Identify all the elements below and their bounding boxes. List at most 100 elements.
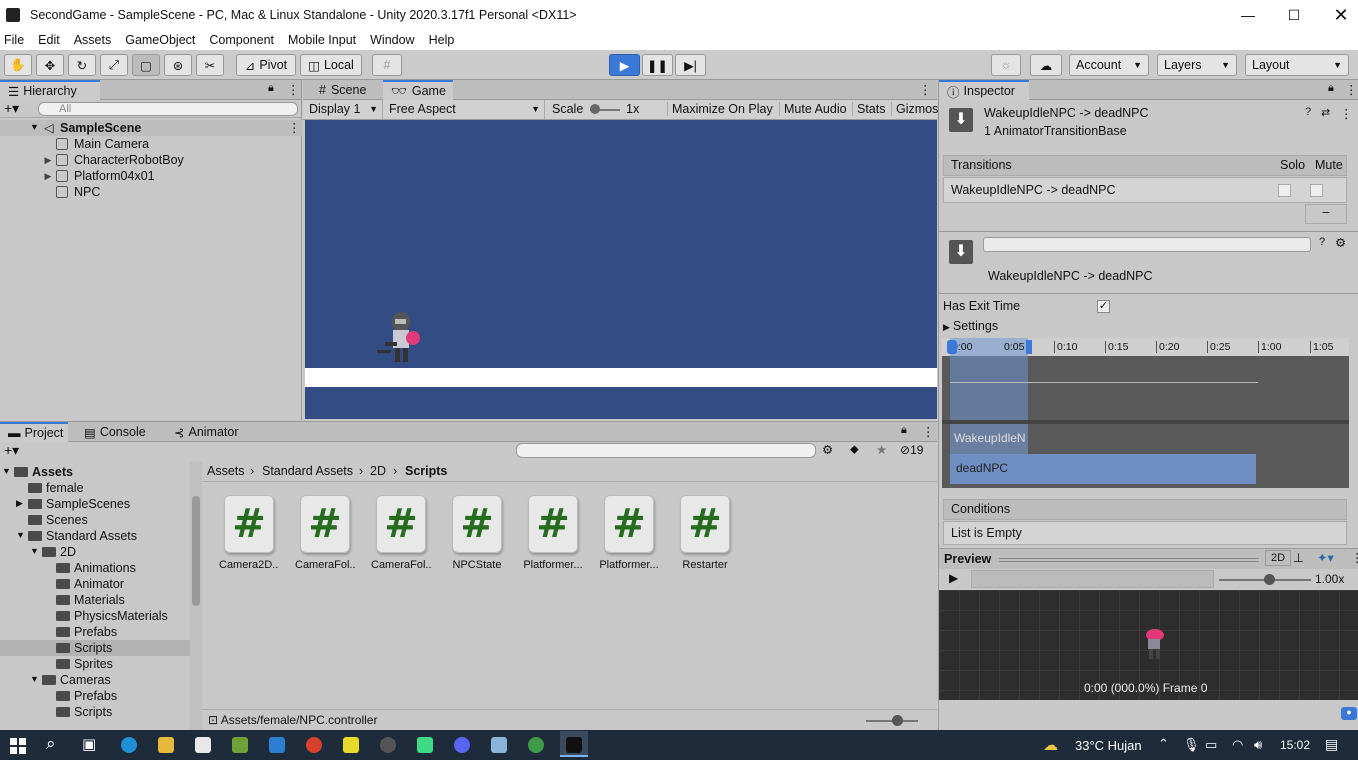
remove-transition-button[interactable]: – [1305, 204, 1347, 224]
script-asset[interactable]: # CameraFol... [371, 495, 431, 571]
scene-menu-icon[interactable]: ⋮ [288, 120, 301, 135]
unity-taskbar-icon[interactable] [566, 737, 582, 753]
label-icon[interactable]: ⬥ [850, 442, 859, 457]
speed-thumb[interactable] [1264, 574, 1275, 585]
favorite-icon[interactable]: ★ [876, 442, 887, 457]
menu-gameobject[interactable]: GameObject [121, 33, 201, 47]
tree-item[interactable]: Prefabs [0, 624, 190, 640]
breadcrumb-2d[interactable]: 2D [370, 464, 386, 478]
hierarchy-item[interactable]: Main Camera [56, 136, 149, 152]
expand-icon[interactable]: ▼ [2, 466, 11, 476]
stats-button[interactable]: Stats [852, 102, 886, 116]
play-button[interactable]: ▶ [609, 54, 640, 76]
maximize-on-play-button[interactable]: Maximize On Play [667, 102, 773, 116]
minimize-button[interactable]: — [1225, 0, 1271, 30]
chevron-up-icon[interactable]: ⌃ [1158, 736, 1169, 752]
preview-viewport[interactable]: 0:00 (000.0%) Frame 0 [939, 590, 1358, 700]
menu-window[interactable]: Window [366, 33, 420, 47]
transition-timeline[interactable]: 0:00 0:05 0:10 0:15 0:20 0:25 1:00 1:05 … [942, 338, 1349, 488]
lock-icon[interactable]: 🔒︎ [1328, 82, 1334, 95]
add-icon[interactable]: +▾ [4, 442, 19, 459]
preset-icon[interactable]: ⇄ [1321, 106, 1330, 119]
tab-game[interactable]: 👓︎ Game [383, 80, 453, 100]
breadcrumb-scripts[interactable]: Scripts [405, 464, 447, 478]
pivot-icon[interactable]: ⊥ [1293, 550, 1304, 565]
end-marker[interactable] [1026, 340, 1032, 354]
scale-slider-thumb[interactable] [590, 104, 600, 114]
grid-snap-icon[interactable]: # [372, 54, 402, 76]
keyboard-icon[interactable] [269, 737, 285, 753]
script-asset[interactable]: # CameraFol... [295, 495, 355, 571]
close-button[interactable]: ✕ [1318, 0, 1358, 30]
has-exit-time-checkbox[interactable]: ✓ [1097, 300, 1110, 313]
sticky-notes-icon[interactable] [343, 737, 359, 753]
search-icon[interactable]: ⌕ [46, 734, 56, 754]
edge-icon[interactable] [121, 737, 137, 753]
pause-button[interactable]: ❚❚ [642, 54, 673, 76]
filter-type-icon[interactable]: ⚙ [822, 442, 833, 457]
battery-icon[interactable]: ▭ [1205, 737, 1217, 753]
notepad-icon[interactable] [491, 737, 507, 753]
weather-text[interactable]: 33°C Hujan [1075, 738, 1142, 753]
more-icon[interactable]: ⋮ [919, 82, 932, 97]
dest-state-track[interactable]: deadNPC [950, 454, 1256, 484]
menu-component[interactable]: Component [205, 33, 280, 47]
script-asset[interactable]: # Platformer... [599, 495, 659, 571]
scene-row[interactable]: ▼ ◁ SampleScene ⋮ [0, 120, 302, 136]
task-view-icon[interactable]: ▣ [82, 735, 96, 753]
add-icon[interactable]: +▾ [4, 100, 19, 117]
tree-item[interactable]: Animator [0, 576, 190, 592]
maximize-button[interactable]: ☐ [1271, 0, 1317, 30]
preview-timeline[interactable] [971, 570, 1214, 588]
tree-item[interactable]: ▼ Cameras [0, 672, 190, 688]
lock-icon[interactable]: 🔒︎ [901, 424, 907, 437]
hierarchy-search-input[interactable]: All [38, 102, 298, 116]
mail-icon[interactable] [195, 737, 211, 753]
solo-checkbox[interactable] [1278, 184, 1291, 197]
android-studio-icon[interactable] [417, 737, 433, 753]
menu-help[interactable]: Help [425, 33, 461, 47]
tree-item[interactable]: ▼ Standard Assets [0, 528, 190, 544]
app2-icon[interactable] [528, 737, 544, 753]
account-dropdown[interactable]: Account ▼ [1069, 54, 1149, 76]
expand-icon[interactable]: ▼ [30, 546, 39, 556]
transition-name-field[interactable] [983, 237, 1311, 252]
project-search-input[interactable] [516, 443, 816, 458]
tree-item[interactable]: female [0, 480, 190, 496]
tree-item[interactable]: ▼ 2D [0, 544, 190, 560]
cloud-icon[interactable]: ☁ [1030, 54, 1062, 76]
rect-tool-icon[interactable]: ▢ [132, 54, 160, 76]
avatar-icon[interactable]: ✦▾ [1317, 550, 1334, 565]
transition-row[interactable]: WakeupIdleNPC -> deadNPC [943, 177, 1347, 203]
tab-project[interactable]: ▬ Project [0, 422, 68, 442]
hierarchy-item[interactable]: ▶ Platform04x01 [42, 168, 155, 184]
notification-icon[interactable]: ● [1341, 707, 1357, 720]
settings-menu-icon[interactable]: ⋮ [1340, 106, 1353, 121]
tab-hierarchy[interactable]: ☰ Hierarchy [0, 80, 100, 100]
start-marker[interactable] [947, 340, 957, 354]
lock-icon[interactable]: 🔒︎ [268, 82, 274, 95]
tab-inspector[interactable]: ⓘ Inspector [939, 80, 1029, 100]
layout-dropdown[interactable]: Layout ▼ [1245, 54, 1349, 76]
tree-item[interactable]: PhysicsMaterials [0, 608, 190, 624]
file-explorer-icon[interactable] [158, 737, 174, 753]
chrome-icon[interactable] [306, 737, 322, 753]
custom-tool-icon[interactable]: ✂ [196, 54, 224, 76]
tree-item[interactable]: Scenes [0, 512, 190, 528]
volume-icon[interactable]: 🔊︎ [1254, 737, 1262, 753]
tree-item[interactable]: Materials [0, 592, 190, 608]
help-icon[interactable]: ? [1305, 106, 1311, 118]
wifi-icon[interactable]: ◠ [1232, 737, 1243, 753]
hand-tool-icon[interactable]: ✋ [4, 54, 32, 76]
pivot-button[interactable]: ⊿ Pivot [236, 54, 296, 76]
hierarchy-item[interactable]: ▶ CharacterRobotBoy [42, 152, 184, 168]
expand-icon[interactable]: ▼ [16, 530, 25, 540]
help-icon[interactable]: ? [1319, 236, 1325, 248]
local-button[interactable]: ◫ Local [300, 54, 362, 76]
obs-icon[interactable] [380, 737, 396, 753]
settings-foldout[interactable]: ▶ Settings [943, 319, 998, 333]
breadcrumb-assets[interactable]: Assets [207, 464, 245, 478]
more-icon[interactable]: ⋮ [922, 424, 935, 439]
expand-icon[interactable]: ▼ [30, 122, 39, 132]
menu-mobile-input[interactable]: Mobile Input [284, 33, 362, 47]
